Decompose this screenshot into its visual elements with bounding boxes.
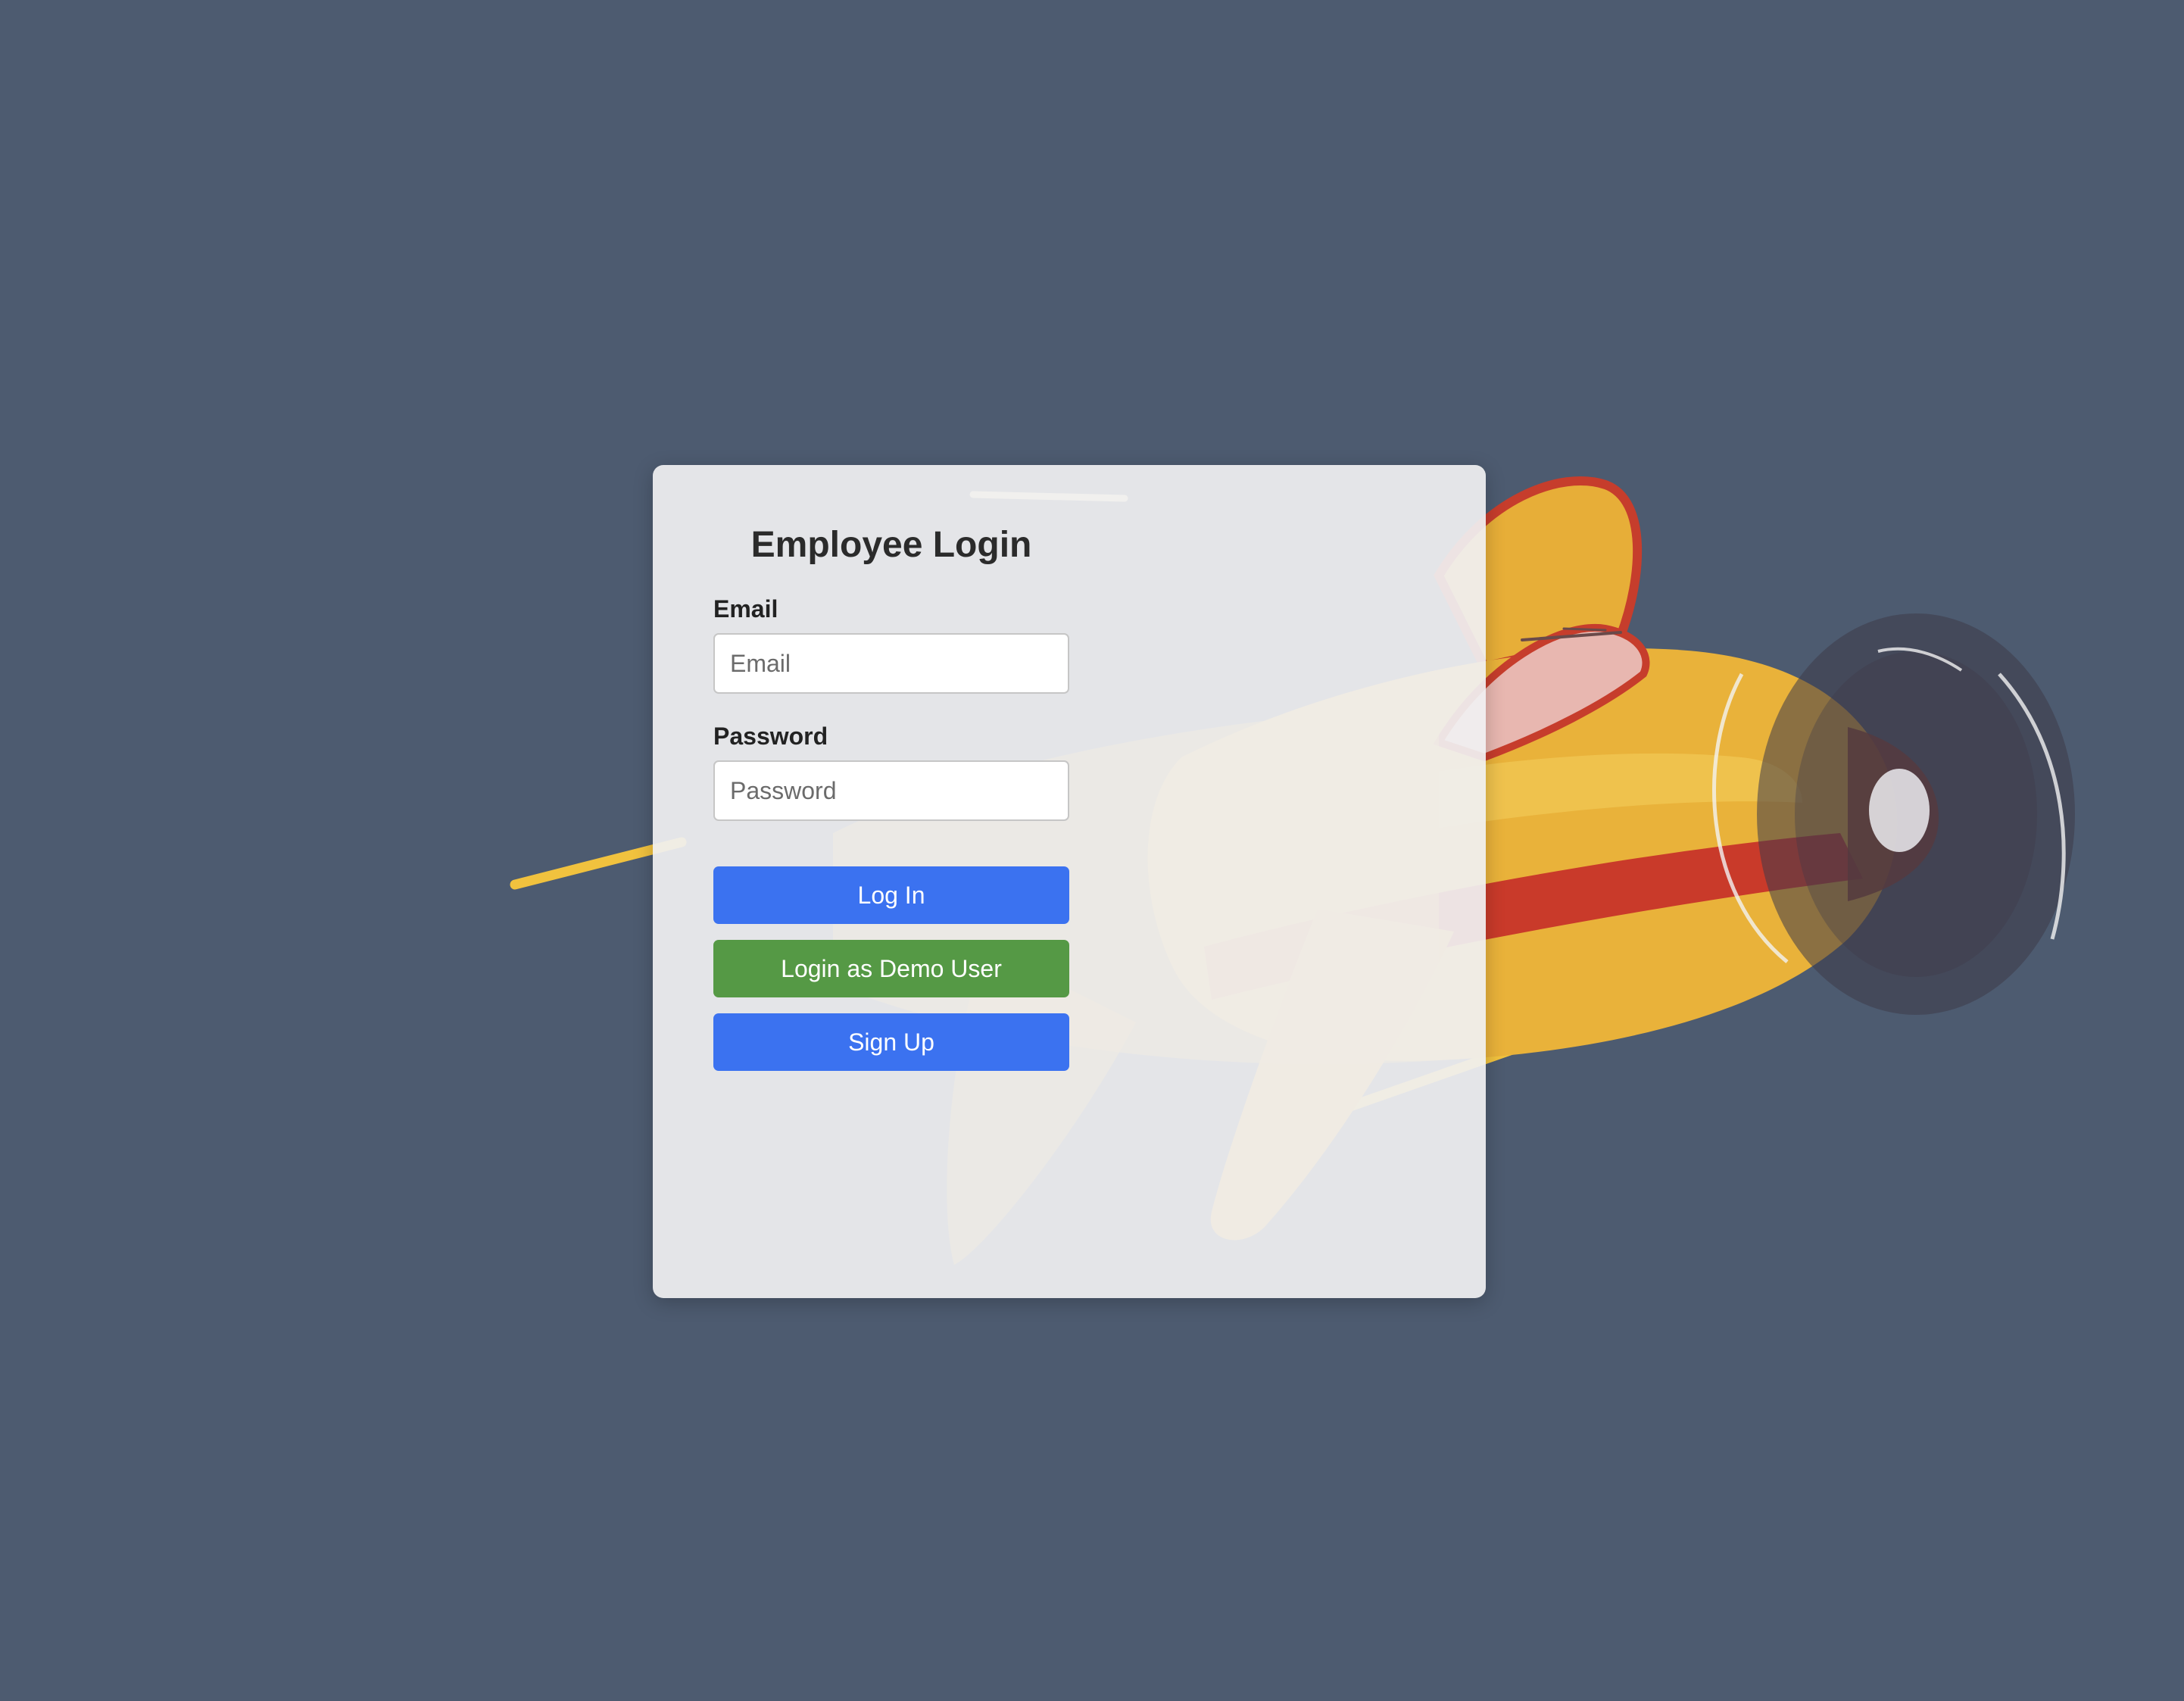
- demo-login-button[interactable]: Login as Demo User: [713, 940, 1069, 997]
- email-label: Email: [713, 595, 778, 623]
- sign-up-button[interactable]: Sign Up: [713, 1013, 1069, 1071]
- email-field[interactable]: [713, 633, 1069, 694]
- password-label: Password: [713, 723, 828, 750]
- password-field[interactable]: [713, 760, 1069, 821]
- page-title: Employee Login: [750, 525, 1032, 565]
- login-panel: Employee Login Email Password Log In Log…: [653, 465, 1486, 1298]
- log-in-button[interactable]: Log In: [713, 866, 1069, 924]
